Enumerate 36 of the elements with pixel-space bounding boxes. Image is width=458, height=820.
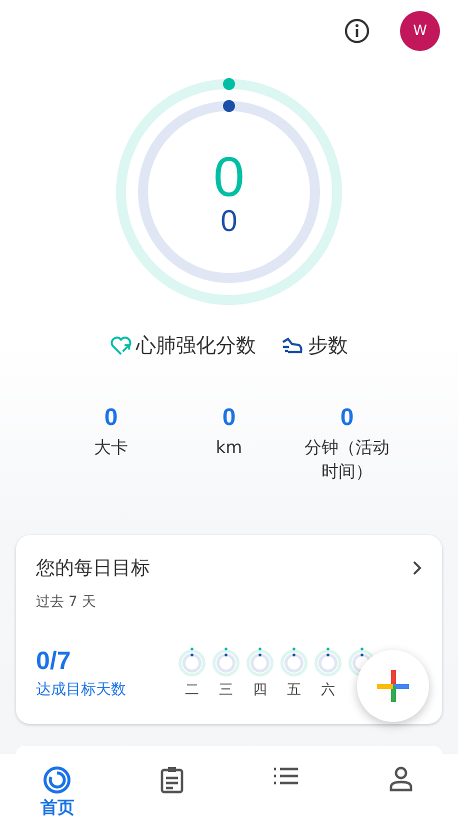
stat-value: 0 xyxy=(340,404,354,432)
day-label: 三 xyxy=(219,681,233,699)
info-icon[interactable] xyxy=(344,18,370,44)
stat-label: 分钟（活动时间） xyxy=(304,437,390,484)
stat-label: km xyxy=(214,437,244,460)
card-title: 您的每日目标 xyxy=(36,556,150,581)
goal-ring-icon xyxy=(178,647,206,677)
day-label: 四 xyxy=(253,681,267,699)
goal-count: 0/7 xyxy=(36,647,72,676)
goal-ring-icon xyxy=(314,647,342,677)
ring-icon xyxy=(43,766,72,794)
goal-ring-icon xyxy=(280,647,308,677)
stat-value: 0 xyxy=(104,404,118,432)
legend-label: 心肺强化分数 xyxy=(136,332,256,359)
goal-caption: 达成目标天数 xyxy=(36,680,126,699)
person-icon xyxy=(388,766,413,792)
heart-points-value: 0 xyxy=(213,147,245,207)
list-icon xyxy=(273,766,300,786)
day-label: 六 xyxy=(321,681,335,699)
clipboard-icon xyxy=(160,766,184,794)
day-label: 二 xyxy=(185,681,199,699)
shoe-icon xyxy=(280,336,304,356)
daily-goal-card[interactable]: 您的每日目标 过去 7 天 0/7 达成目标天数 二 三 四 五 六 xyxy=(16,535,442,724)
chevron-right-icon xyxy=(412,560,422,576)
nav-tab[interactable]: 首页 xyxy=(17,754,98,820)
goal-ring-icon xyxy=(212,647,240,677)
stat-value: 0 xyxy=(222,404,236,432)
legend-label: 步数 xyxy=(308,332,348,359)
avatar[interactable]: W xyxy=(400,11,440,51)
card-subtitle: 过去 7 天 xyxy=(36,593,97,611)
plus-icon xyxy=(376,669,410,703)
goal-ring-icon xyxy=(246,647,274,677)
day-label: 五 xyxy=(287,681,301,699)
stat-label: 大卡 xyxy=(93,437,129,460)
heart-icon xyxy=(110,336,132,356)
steps-value: 0 xyxy=(220,207,238,237)
